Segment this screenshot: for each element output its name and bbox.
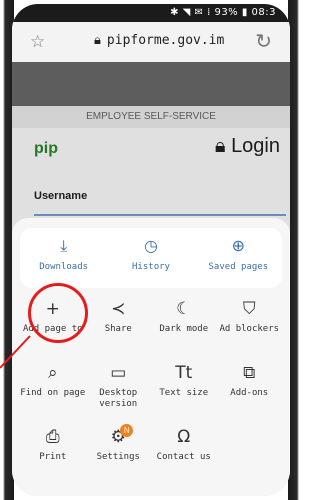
download-icon: ⤓ [60, 236, 68, 255]
menu-row: ⌕ Find on page ▭ Desktop version Tt Text… [20, 356, 282, 420]
menu-item-settings[interactable]: ⚙ N Settings [86, 420, 152, 484]
headset-icon: Ω [177, 427, 191, 447]
highlight-circle [28, 283, 88, 343]
text-size-icon: Tt [175, 363, 193, 383]
menu-item-label: Ad blockers [219, 324, 280, 334]
menu-item-find-on-page[interactable]: ⌕ Find on page [20, 356, 86, 420]
menu-row: ⎙ Print ⚙ N Settings Ω Contact us [20, 420, 282, 484]
menu-item-ad-blockers[interactable]: ⛉ Ad blockers [217, 292, 283, 356]
menu-item-share[interactable]: ≺ Share [86, 292, 152, 356]
gear-icon: ⚙ N [86, 424, 152, 448]
status-bar: ✱ ◥ ✉ ⁞ 93% ▮ 08:3 [170, 7, 276, 18]
menu-item-contact-us[interactable]: Ω Contact us [151, 420, 217, 484]
menu-item-saved-pages[interactable]: ⊕ Saved pages [195, 228, 282, 288]
menu-item-label: Find on page [20, 388, 86, 398]
reload-icon[interactable]: ↻ [255, 29, 272, 53]
menu-item-downloads[interactable]: ⤓ Downloads [20, 228, 107, 288]
notification-badge: N [120, 424, 134, 437]
menu-item-label: Saved pages [208, 262, 269, 272]
menu-item-label: Dark mode [159, 324, 209, 334]
address-bar: ☆ 🔒︎ pipforme.gov.im ↻ [12, 22, 290, 62]
shield-icon: ⛉ [242, 299, 256, 319]
puzzle-icon: ⧉ [243, 363, 256, 383]
menu-item-history[interactable]: ◷ History [107, 228, 194, 288]
moon-icon: ☾ [176, 299, 192, 319]
clock-icon: ◷ [144, 236, 158, 255]
menu-item-empty [217, 420, 283, 484]
menu-item-label: Share [104, 324, 132, 334]
menu-item-label: History [132, 262, 170, 272]
lock-icon: 🔒︎ [94, 33, 101, 48]
menu-item-label: Contact us [156, 452, 211, 462]
menu-item-label: Print [39, 452, 67, 462]
star-icon[interactable]: ☆ [30, 32, 45, 52]
globe-icon: ⊕ [231, 236, 246, 255]
menu-item-add-ons[interactable]: ⧉ Add-ons [217, 356, 283, 420]
menu-item-label: Desktop version [99, 388, 138, 409]
menu-item-label: Settings [96, 452, 140, 462]
menu-item-label: Downloads [39, 262, 89, 272]
screen: ✱ ◥ ✉ ⁞ 93% ▮ 08:3 ☆ 🔒︎ pipforme.gov.im ↻… [12, 4, 290, 496]
bezel-right [288, 0, 302, 500]
menu-item-label: Text size [159, 388, 209, 398]
url-field[interactable]: 🔒︎ pipforme.gov.im [94, 33, 224, 48]
share-icon: ≺ [111, 299, 126, 319]
phone-frame: ✱ ◥ ✉ ⁞ 93% ▮ 08:3 ☆ 🔒︎ pipforme.gov.im ↻… [0, 0, 302, 500]
menu-item-desktop-version[interactable]: ▭ Desktop version [86, 356, 152, 420]
menu-item-dark-mode[interactable]: ☾ Dark mode [151, 292, 217, 356]
printer-icon: ⎙ [45, 427, 60, 447]
find-icon: ⌕ [47, 363, 58, 383]
menu-top-row: ⤓ Downloads ◷ History ⊕ Saved pages [20, 228, 282, 288]
menu-item-label: Add-ons [230, 388, 269, 398]
desktop-icon: ▭ [110, 363, 127, 383]
browser-menu-sheet: ⤓ Downloads ◷ History ⊕ Saved pages + Ad… [12, 218, 290, 496]
menu-item-print[interactable]: ⎙ Print [20, 420, 86, 484]
url-text: pipforme.gov.im [106, 33, 225, 48]
menu-item-text-size[interactable]: Tt Text size [151, 356, 217, 420]
